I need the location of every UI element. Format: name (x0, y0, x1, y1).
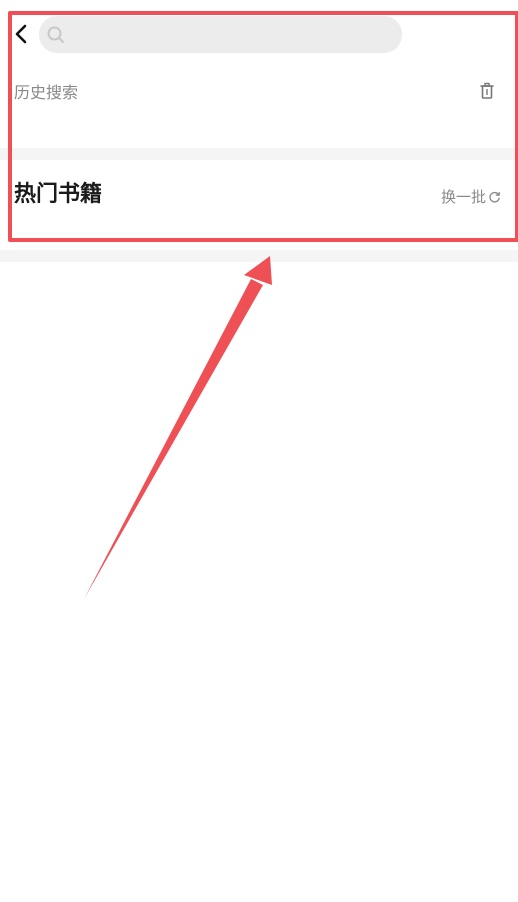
search-input[interactable] (73, 16, 388, 53)
clear-history-button[interactable] (478, 82, 496, 100)
hot-books-title: 热门书籍 (14, 182, 103, 207)
search-bar[interactable] (39, 16, 402, 53)
back-button[interactable] (12, 22, 32, 46)
refresh-label: 换一批 (441, 188, 487, 206)
refresh-button[interactable]: 换一批 (441, 187, 501, 207)
trash-icon (480, 82, 494, 99)
search-icon (47, 26, 64, 43)
refresh-icon (489, 191, 501, 203)
section-divider (0, 148, 518, 160)
history-title: 历史搜索 (14, 83, 79, 102)
chevron-left-icon (15, 24, 27, 44)
annotation-arrow (84, 256, 272, 599)
section-divider (0, 250, 518, 262)
